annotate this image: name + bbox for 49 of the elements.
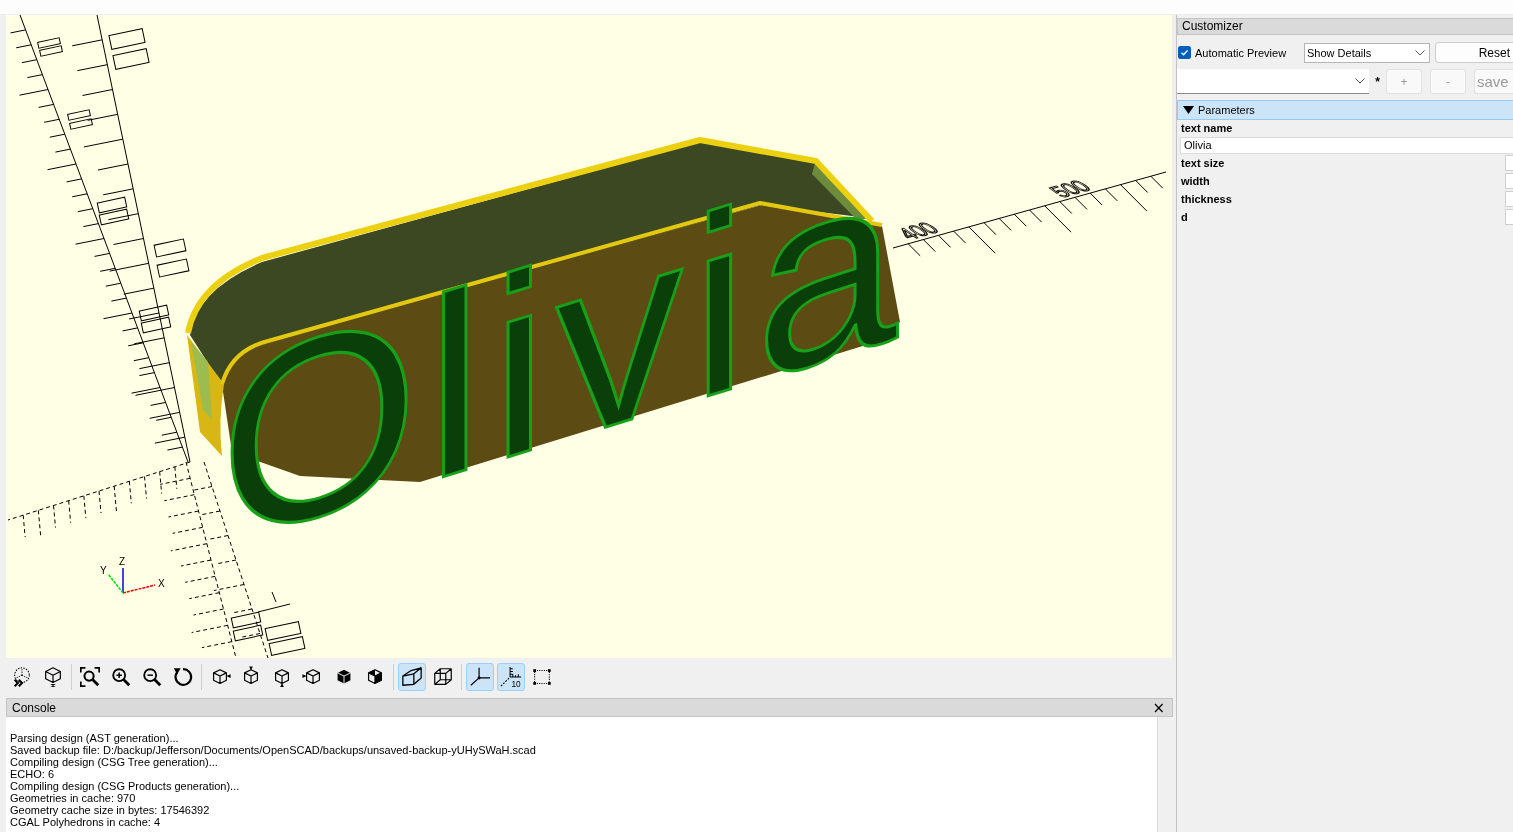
zoom-fit-icon xyxy=(79,666,101,688)
checkbox-label: Automatic Preview xyxy=(1195,46,1287,59)
text-field[interactable]: Olivia xyxy=(1180,137,1513,154)
axis-gizmo-drawing xyxy=(107,567,156,594)
details-dropdown[interactable]: Show Details xyxy=(1304,42,1430,63)
console-message: Geometry cache size in bytes: 17546392 xyxy=(10,804,210,816)
number-field[interactable] xyxy=(1505,209,1513,225)
cube-hourglass-icon xyxy=(42,666,64,688)
parameter-label: text name xyxy=(1180,121,1234,136)
preset-dropdown[interactable] xyxy=(1177,69,1369,94)
toolbar-button[interactable] xyxy=(466,663,494,691)
console-message: Compiling design (CSG Tree generation)... xyxy=(10,756,218,768)
axis-label: Y xyxy=(100,565,107,576)
zoom-in-icon xyxy=(110,666,132,688)
circular-arrow-icon xyxy=(172,666,194,688)
group-title: Parameters xyxy=(1198,104,1255,116)
ruler-label: 400 xyxy=(891,218,946,244)
axes-icon xyxy=(469,666,491,688)
chevron-icon xyxy=(1415,49,1425,56)
parameter-label: width xyxy=(1180,173,1211,189)
console-message: Geometries in cache: 970 xyxy=(10,792,136,804)
console-message: Compiling design (CSG Products generation)... xyxy=(10,780,240,792)
parameter-label: d xyxy=(1180,209,1189,225)
toolbar-button[interactable] xyxy=(398,663,426,691)
checkbox[interactable] xyxy=(1178,46,1191,59)
dotted-cube-chevrons-icon xyxy=(11,666,33,688)
console-title: Console xyxy=(12,700,57,715)
console-message: CGAL Polyhedrons in cache: 4 xyxy=(10,816,160,828)
console-message: Saved backup file: D:/backup/Jefferson/Documents/OpenSCAD/backups/unsaved-backup-yUHySWaH.scad xyxy=(10,744,536,756)
panel-title: Customizer xyxy=(1177,18,1513,35)
zoom-out-icon xyxy=(141,666,163,688)
modified-mark: * xyxy=(1374,74,1381,89)
chevron-icon xyxy=(1355,78,1365,84)
number-field[interactable] xyxy=(1505,191,1513,207)
axis-label: X xyxy=(158,578,165,589)
wireframe-cube-icon xyxy=(432,666,454,688)
ruler-label: 500 xyxy=(1043,176,1098,202)
parameter-label: text size xyxy=(1180,155,1226,171)
group-header[interactable]: Parameters xyxy=(1177,100,1513,120)
reset-button[interactable]: Reset xyxy=(1435,42,1513,63)
close-button[interactable]: × xyxy=(1150,700,1167,715)
console-message: ECHO: 6 xyxy=(10,768,54,780)
axis-label: Z xyxy=(119,556,126,567)
number-field[interactable] xyxy=(1505,155,1513,171)
perspective-box-icon xyxy=(401,666,423,688)
console-message: Parsing design (AST generation)... xyxy=(10,732,179,744)
parameter-label: thickness xyxy=(1180,191,1233,207)
dotted-frame-icon xyxy=(531,666,553,688)
number-field[interactable] xyxy=(1505,173,1513,189)
